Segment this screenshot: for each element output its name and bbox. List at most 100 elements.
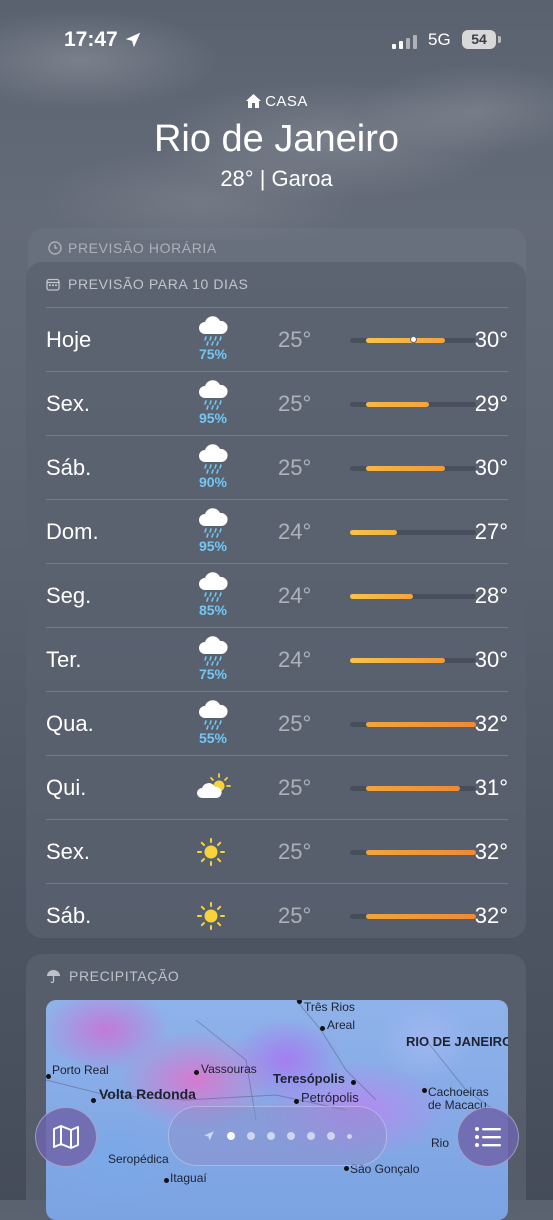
low-temp: 25°	[278, 711, 312, 736]
umbrella-icon	[47, 969, 60, 983]
page-dot[interactable]	[307, 1132, 315, 1140]
map-dot	[320, 1026, 325, 1031]
temp-range-track	[350, 530, 476, 535]
temp-range-track	[350, 402, 476, 407]
temp-range-bar	[365, 402, 429, 407]
clock-icon	[48, 241, 62, 255]
high-temp: 32°	[474, 903, 508, 928]
rain-cloud-icon	[196, 636, 230, 666]
low-temp: 24°	[278, 647, 312, 672]
location-page-icon	[204, 1131, 214, 1141]
page-dot[interactable]	[327, 1132, 335, 1140]
forecast-day: Seg.	[46, 583, 92, 608]
precipitation-chance: 75%	[198, 666, 228, 682]
partly-cloudy-icon	[196, 772, 231, 802]
temp-range-track	[350, 594, 476, 599]
temp-range-track	[350, 466, 476, 471]
high-temp: 32°	[474, 711, 508, 736]
temp-range-bar	[350, 530, 398, 535]
forecast-row: Seg. 85% 24° 28°	[46, 563, 508, 627]
high-temp: 28°	[474, 583, 508, 608]
high-temp: 30°	[474, 647, 508, 672]
temp-range-bar	[365, 338, 445, 343]
map-label-itaguai: Itaguaí	[170, 1171, 207, 1185]
temp-range-bar	[365, 722, 476, 727]
page-dot[interactable]	[267, 1132, 275, 1140]
low-temp: 24°	[278, 519, 312, 544]
precipitation-chance: 95%	[198, 538, 228, 554]
page-dot[interactable]	[287, 1132, 295, 1140]
map-button[interactable]	[35, 1107, 97, 1167]
high-temp: 27°	[474, 519, 508, 544]
cellular-signal-icon	[392, 33, 417, 49]
temp-range-bar	[350, 594, 413, 599]
forecast-row: Ter. 75% 24° 30°	[46, 627, 508, 691]
map-dot	[294, 1099, 299, 1104]
precipitation-chance: 55%	[198, 730, 228, 746]
map-dot	[91, 1098, 96, 1103]
high-temp: 30°	[474, 327, 508, 352]
page-dot[interactable]	[247, 1132, 255, 1140]
forecast-day: Dom.	[46, 519, 99, 544]
map-dot	[164, 1178, 169, 1183]
map-label-tres-rios: Três Rios	[304, 1000, 355, 1014]
map-label-seropedica: Seropédica	[108, 1152, 169, 1166]
hourly-forecast-header: PREVISÃO HORÁRIA	[48, 240, 217, 256]
precipitation-label: PRECIPITAÇÃO	[69, 968, 180, 984]
forecast-row: Sáb. 25° 32°	[46, 883, 508, 947]
map-label-rio-de-janeiro: RIO DE JANEIRO	[406, 1034, 508, 1049]
map-label-porto-real: Porto Real	[52, 1063, 109, 1077]
home-icon	[246, 94, 262, 108]
map-icon	[53, 1125, 79, 1149]
low-temp: 24°	[278, 583, 312, 608]
sun-icon	[196, 901, 230, 931]
rain-cloud-icon	[196, 444, 230, 474]
forecast-day: Hoje	[46, 327, 92, 352]
page-indicator[interactable]	[168, 1106, 387, 1166]
map-label-petropolis: Petrópolis	[301, 1090, 359, 1105]
map-dot	[422, 1088, 427, 1093]
forecast-day: Sáb.	[46, 455, 92, 480]
status-bar: 17:47 5G 54	[0, 28, 553, 54]
forecast-row: Hoje 75% 25° 30°	[46, 307, 508, 371]
temp-range-track	[350, 336, 476, 343]
temp-range-bar	[350, 658, 445, 663]
location-arrow-icon	[125, 32, 141, 48]
ten-day-forecast-card[interactable]: PREVISÃO PARA 10 DIAS Hoje 75% 25° 30° Sex. 9…	[26, 262, 526, 938]
map-label-areal: Areal	[327, 1018, 356, 1032]
rain-cloud-icon	[196, 700, 230, 730]
ten-day-forecast-header: PREVISÃO PARA 10 DIAS	[46, 276, 248, 292]
temp-range-track	[350, 786, 476, 791]
temp-range-bar	[365, 914, 476, 919]
rain-cloud-icon	[196, 572, 230, 602]
battery-tip	[498, 36, 501, 43]
forecast-row: Sáb. 90% 25° 30°	[46, 435, 508, 499]
forecast-row: Sex. 95% 25° 29°	[46, 371, 508, 435]
rain-cloud-icon	[196, 380, 230, 410]
forecast-row: Dom. 95% 24° 27°	[46, 499, 508, 563]
low-temp: 25°	[278, 903, 312, 928]
forecast-day: Sex.	[46, 839, 91, 864]
ten-day-forecast-label: PREVISÃO PARA 10 DIAS	[68, 276, 249, 292]
high-temp: 29°	[474, 391, 508, 416]
map-dot	[351, 1080, 356, 1085]
current-conditions: 28° | Garoa	[220, 166, 333, 191]
city-name: Rio de Janeiro	[153, 118, 400, 160]
low-temp: 25°	[278, 775, 312, 800]
page-dot[interactable]	[227, 1132, 235, 1140]
rain-cloud-icon	[196, 508, 230, 538]
high-temp: 30°	[474, 455, 508, 480]
temp-range-track	[350, 658, 476, 663]
forecast-rows: Hoje 75% 25° 30° Sex. 95% 25° 29° Sáb. 90% 25° 30° D…	[46, 307, 508, 947]
clock: 17:47	[64, 28, 118, 51]
map-dot	[344, 1166, 349, 1171]
high-temp: 31°	[474, 775, 508, 800]
rain-cloud-icon	[196, 316, 230, 346]
forecast-row: Qui. 25° 31°	[46, 755, 508, 819]
temp-range-track	[350, 850, 476, 855]
city-list-button[interactable]	[457, 1107, 519, 1167]
page-dot[interactable]	[347, 1133, 352, 1139]
forecast-day: Qui.	[46, 775, 87, 800]
precipitation-card[interactable]: PRECIPITAÇÃO Três Rios Areal RIO DE JANE…	[26, 954, 526, 1220]
list-icon	[475, 1127, 501, 1147]
